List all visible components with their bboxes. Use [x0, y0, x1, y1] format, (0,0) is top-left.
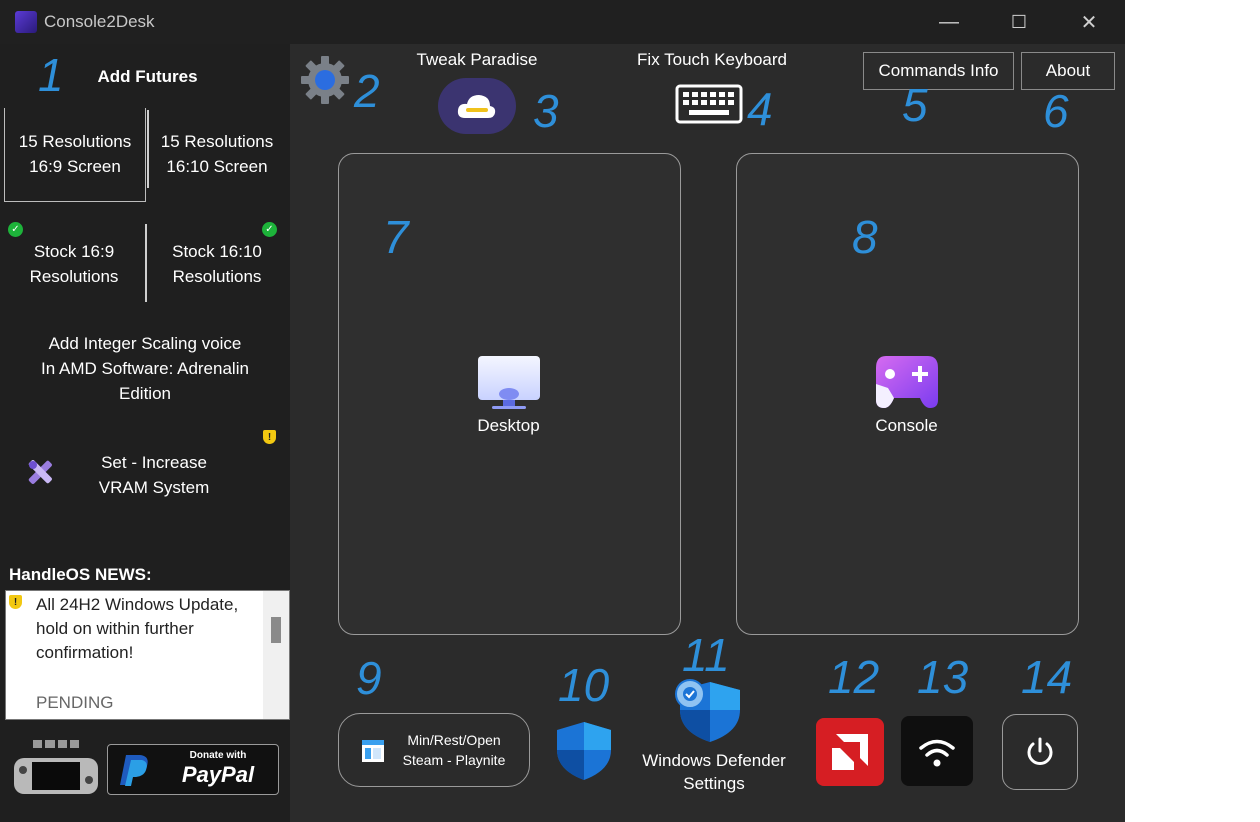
- annotation-8: 8: [852, 211, 878, 263]
- app-window: Console2Desk — ☐ ✕ 1 Add Futures 15 Reso…: [0, 0, 1125, 822]
- annotation-10: 10: [558, 659, 610, 711]
- res-16-10-line2: 16:10 Screen: [166, 157, 268, 176]
- vram-button[interactable]: Set - Increase VRAM System: [4, 444, 286, 510]
- integer-scaling-line3: Edition: [119, 384, 171, 403]
- console-label: Console: [875, 416, 938, 435]
- annotation-4: 4: [747, 83, 773, 135]
- news-panel[interactable]: ! All 24H2 Windows Update, hold on withi…: [5, 590, 290, 720]
- news-line-2: hold on within further: [36, 619, 194, 638]
- annotation-1: 1: [38, 49, 64, 101]
- wifi-icon: [919, 739, 955, 767]
- add-futures-heading: Add Futures: [97, 67, 198, 86]
- divider: [147, 110, 149, 188]
- annotation-7: 7: [383, 211, 409, 263]
- defender-label-line2: Settings: [683, 774, 745, 793]
- wifi-button[interactable]: [901, 716, 973, 786]
- vram-line1: Set - Increase: [101, 453, 207, 472]
- stock-16-9-line2: Resolutions: [29, 267, 119, 286]
- app-logo-icon: [15, 11, 37, 33]
- integer-scaling-line1: Add Integer Scaling voice: [48, 334, 242, 353]
- vram-line2: VRAM System: [98, 478, 210, 497]
- integer-scaling-line2: In AMD Software: Adrenalin: [41, 359, 249, 378]
- stock-16-10-line1: Stock 16:10: [172, 242, 262, 261]
- close-button[interactable]: ✕: [1069, 8, 1109, 36]
- console-panel[interactable]: 8 Console: [736, 153, 1079, 635]
- scrollbar-thumb[interactable]: [271, 617, 281, 643]
- paypal-donate-button[interactable]: Donate with PayPal: [107, 744, 279, 795]
- commands-info-button[interactable]: Commands Info: [863, 52, 1014, 90]
- fix-touch-keyboard-label: Fix Touch Keyboard: [637, 50, 787, 69]
- integer-scaling-button[interactable]: Add Integer Scaling voice In AMD Softwar…: [4, 330, 286, 410]
- annotation-6: 6: [1043, 85, 1069, 137]
- title-bar: Console2Desk — ☐ ✕: [0, 0, 1125, 44]
- annotation-5: 5: [902, 79, 928, 131]
- stock-16-9-line1: Stock 16:9: [33, 242, 115, 261]
- news-line-1: All 24H2 Windows Update,: [36, 595, 239, 614]
- window-title: Console2Desk: [44, 12, 155, 31]
- annotation-12: 12: [828, 651, 880, 703]
- res-16-10-line1: 15 Resolutions: [160, 132, 274, 151]
- keyboard-icon[interactable]: [675, 84, 743, 124]
- annotation-9: 9: [356, 652, 382, 704]
- tools-icon: [28, 460, 52, 484]
- paypal-small-text: Donate with: [189, 750, 247, 761]
- amd-button[interactable]: [816, 718, 884, 786]
- shield-warning-icon: !: [263, 430, 276, 444]
- gamepad-icon: [876, 356, 938, 408]
- monitor-icon: [478, 356, 540, 409]
- annotation-13: 13: [917, 651, 969, 703]
- annotation-11: 11: [682, 629, 730, 681]
- res-16-10-button[interactable]: 15 Resolutions 16:10 Screen: [150, 108, 284, 201]
- stock-16-10-button[interactable]: Stock 16:10 Resolutions: [148, 224, 286, 300]
- defender-settings-icon[interactable]: [672, 676, 744, 744]
- news-scrollbar[interactable]: [263, 591, 289, 719]
- maximize-button[interactable]: ☐: [999, 8, 1039, 36]
- news-title: HandleOS NEWS:: [9, 565, 152, 584]
- stock-16-9-button[interactable]: Stock 16:9 Resolutions: [4, 224, 144, 300]
- stock-16-10-line2: Resolutions: [172, 267, 262, 286]
- divider: [145, 224, 147, 302]
- window-layout-icon: [362, 740, 384, 762]
- annotation-2: 2: [354, 65, 380, 117]
- handheld-device-icon[interactable]: [14, 740, 98, 794]
- tweak-paradise-label: Tweak Paradise: [416, 50, 538, 69]
- desktop-panel[interactable]: 7 Desktop: [338, 153, 681, 635]
- defender-shield-icon[interactable]: [555, 720, 613, 782]
- settings-gear-icon[interactable]: [300, 55, 350, 105]
- power-icon: [1027, 737, 1053, 765]
- shield-warning-icon: !: [9, 595, 22, 609]
- res-16-9-line1: 15 Resolutions: [18, 132, 132, 151]
- cloud-icon: [457, 95, 496, 118]
- paypal-big-text: PayPal: [181, 762, 255, 787]
- res-16-9-button[interactable]: 15 Resolutions 16:9 Screen: [4, 108, 146, 202]
- min-rest-open-line1: Min/Rest/Open: [407, 732, 501, 748]
- amd-logo-icon: [832, 734, 868, 770]
- res-16-9-line2: 16:9 Screen: [29, 157, 121, 176]
- annotation-14: 14: [1021, 651, 1073, 703]
- defender-label-line1: Windows Defender: [642, 751, 786, 770]
- annotation-3: 3: [533, 85, 559, 137]
- power-button[interactable]: [1002, 714, 1078, 790]
- min-rest-open-button[interactable]: Min/Rest/Open Steam - Playnite: [338, 713, 530, 787]
- paypal-logo-icon: [120, 755, 148, 786]
- tweak-paradise-button[interactable]: [438, 78, 516, 134]
- news-status: PENDING: [36, 693, 114, 712]
- desktop-label: Desktop: [477, 416, 540, 435]
- min-rest-open-line2: Steam - Playnite: [402, 752, 506, 768]
- news-line-3: confirmation!: [36, 643, 134, 662]
- minimize-button[interactable]: —: [929, 8, 969, 36]
